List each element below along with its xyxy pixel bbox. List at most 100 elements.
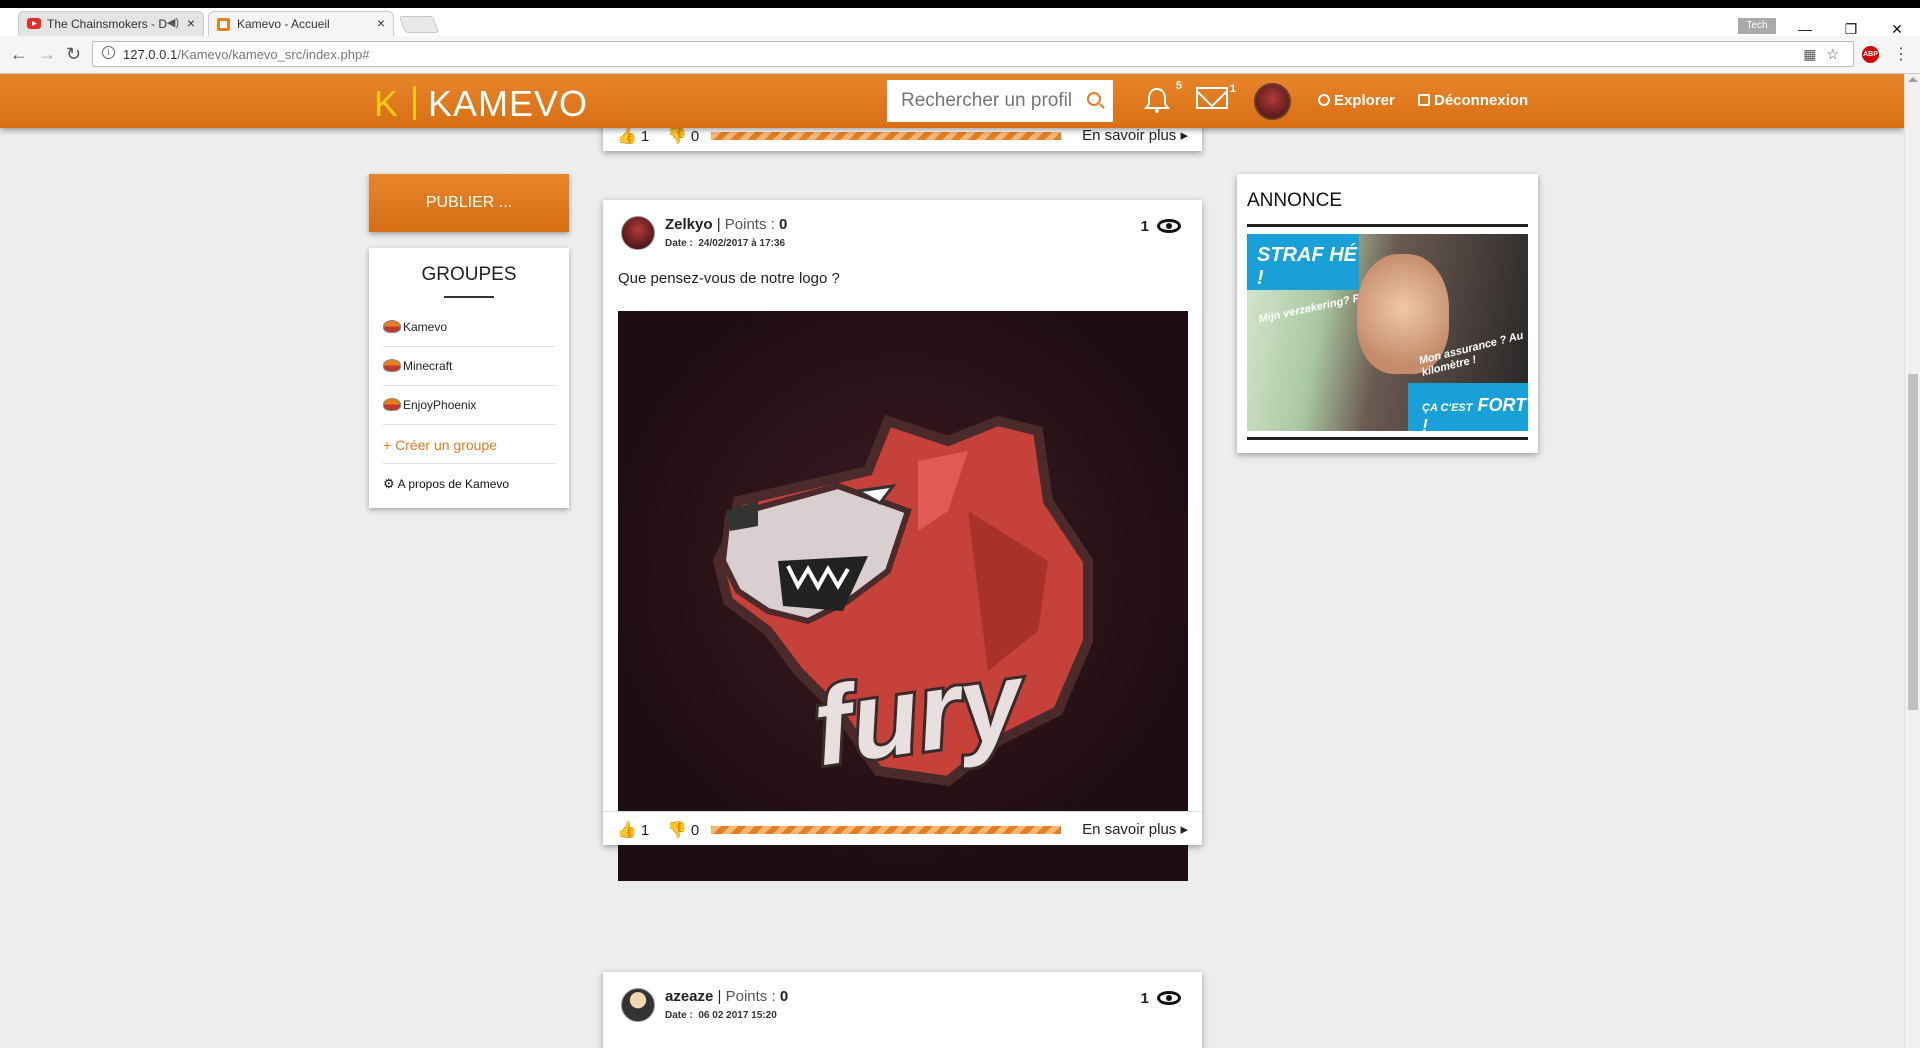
post-card: Zelkyo | Points : 0 Date : 24/02/2017 à … (603, 200, 1202, 881)
dislike-button[interactable]: 👎 0 (667, 126, 699, 146)
tab-chainsmokers[interactable]: The Chainsmokers - D ◀) × (18, 11, 204, 36)
profile-search (887, 80, 1113, 122)
like-count: 1 (640, 128, 650, 145)
groups-panel: GROUPES Kamevo Minecraft EnjoyPhoenix + … (369, 248, 569, 508)
omnibox-actions: ▦ ☆ (1803, 46, 1839, 63)
view-count-value: 1 (1140, 218, 1149, 235)
logout-link[interactable]: Déconnexion (1418, 92, 1528, 109)
groups-title: GROUPES (421, 264, 517, 285)
tab-bar: The Chainsmokers - D ◀) × Kamevo - Accue… (0, 8, 1920, 37)
group-label: Minecraft (403, 359, 453, 373)
ad-title-rule (1247, 224, 1528, 227)
read-more-link[interactable]: En savoir plus ▸ (1082, 126, 1188, 144)
compass-icon (1318, 94, 1330, 106)
author-avatar[interactable] (621, 216, 655, 250)
profile-badge[interactable]: Tech (1738, 18, 1776, 34)
author-line: Zelkyo | Points : 0 (665, 216, 788, 233)
like-count: 1 (640, 822, 650, 839)
message-count: 1 (1229, 83, 1236, 95)
points-label: Points : (725, 988, 776, 1005)
new-tab-button[interactable] (398, 16, 440, 33)
group-icon (383, 320, 401, 333)
view-count-value: 1 (1140, 990, 1149, 1007)
group-item-minecraft[interactable]: Minecraft (383, 347, 555, 386)
forward-arrow-icon[interactable]: → (38, 44, 56, 65)
explore-label: Explorer (1334, 92, 1395, 109)
ad-banner[interactable]: STRAF HÉ ! Mijn verzekering? Per kilomet… (1247, 234, 1528, 431)
back-arrow-icon[interactable]: ← (10, 44, 28, 65)
group-label: Kamevo (403, 320, 448, 334)
translate-icon[interactable]: ▦ (1803, 46, 1816, 63)
points-label: Points : (724, 216, 775, 233)
scroll-up-arrow-icon[interactable] (1908, 77, 1918, 82)
thumbs-up-icon: 👍 (617, 128, 637, 145)
points-value: 0 (778, 216, 788, 233)
thumbs-down-icon: 👎 (667, 128, 687, 145)
notifications-bell-icon[interactable]: 5 (1142, 80, 1182, 121)
browser-toolbar: ← → ↻ i 127.0.0.1/Kamevo/kamevo_src/inde… (0, 36, 1920, 74)
post-header: azeaze | Points : 0 Date : 06 02 2017 15… (621, 986, 1181, 1026)
scrollbar-thumb[interactable] (1908, 374, 1918, 710)
explore-link[interactable]: Explorer (1318, 92, 1395, 109)
author-avatar[interactable] (621, 988, 655, 1022)
youtube-icon (27, 18, 41, 30)
group-item-kamevo[interactable]: Kamevo (383, 308, 555, 347)
speaker-icon[interactable]: ◀) (167, 16, 179, 29)
ad-panel-title: ANNONCE (1247, 190, 1343, 211)
group-label: EnjoyPhoenix (403, 398, 477, 412)
user-avatar[interactable] (1254, 83, 1291, 120)
bookmark-star-icon[interactable]: ☆ (1826, 46, 1839, 63)
logout-label: Déconnexion (1434, 92, 1529, 109)
bear-logo-illustration: fury (712, 414, 1093, 792)
search-input[interactable] (887, 80, 1113, 122)
group-item-enjoyphoenix[interactable]: EnjoyPhoenix (383, 386, 555, 425)
info-icon[interactable]: i (102, 46, 115, 59)
dislike-button[interactable]: 👎 0 (667, 820, 699, 840)
thumbs-up-icon: 👍 (617, 822, 637, 839)
eye-icon (1157, 219, 1181, 233)
post-date: Date : 06 02 2017 15:20 (665, 1010, 777, 1021)
author-name[interactable]: Zelkyo (665, 216, 713, 233)
search-icon[interactable] (1087, 92, 1101, 106)
kamevo-logo[interactable]: K KAMEVO (374, 83, 588, 125)
group-icon (383, 359, 401, 372)
groups-title-underline (444, 296, 494, 298)
date-label: Date : (665, 1010, 693, 1021)
logo-divider (413, 86, 417, 120)
vote-bar: 👍 1 👎 0 En savoir plus ▸ (603, 811, 1202, 845)
logo-name: KAMEVO (428, 83, 589, 124)
tab-kamevo[interactable]: Kamevo - Accueil × (208, 11, 394, 36)
browser-window: The Chainsmokers - D ◀) × Kamevo - Accue… (0, 0, 1920, 1048)
address-bar[interactable]: i 127.0.0.1/Kamevo/kamevo_src/index.php#… (92, 41, 1854, 67)
close-tab-icon[interactable]: × (377, 15, 385, 31)
author-line: azeaze | Points : 0 (665, 988, 789, 1005)
page-scrollbar[interactable] (1904, 74, 1920, 1048)
like-button[interactable]: 👍 1 (617, 126, 649, 146)
read-more-link[interactable]: En savoir plus ▸ (1082, 820, 1188, 838)
about-kamevo-link[interactable]: ⚙ A propos de Kamevo (383, 464, 555, 503)
publish-button[interactable]: PUBLIER ... (369, 174, 569, 232)
like-button[interactable]: 👍 1 (617, 820, 649, 840)
url-host: 127.0.0.1 (123, 47, 178, 62)
fury-logo-image[interactable]: fury (618, 311, 1188, 881)
view-count: 1 (1141, 218, 1181, 235)
app-header: K KAMEVO 5 1 Explorer Déconnexion (0, 74, 1904, 128)
close-tab-icon[interactable]: × (187, 15, 195, 31)
ad-headline: STRAF HÉ ! (1247, 234, 1359, 290)
dislike-count: 0 (690, 128, 700, 145)
messages-mail-icon[interactable]: 1 (1196, 83, 1236, 109)
create-group-link[interactable]: + Créer un groupe (383, 425, 555, 464)
reload-icon[interactable]: ↻ (66, 44, 81, 65)
url-path: /Kamevo/kamevo_src/index.php# (177, 47, 370, 62)
kamevo-favicon-icon (217, 18, 231, 31)
logo-letter: K (374, 83, 400, 124)
ad-tagline: ÇA C'EST FORT ! (1408, 383, 1528, 431)
adblock-icon[interactable]: ABP (1862, 46, 1879, 63)
author-name[interactable]: azeaze (665, 988, 713, 1005)
date-value: 24/02/2017 à 17:36 (698, 238, 786, 249)
ad-tagline-a: ÇA C'EST (1422, 402, 1473, 414)
post-header: Zelkyo | Points : 0 Date : 24/02/2017 à … (621, 214, 1181, 254)
vote-ratio-bar (711, 826, 1061, 834)
gear-icon: ⚙ (383, 476, 395, 491)
browser-menu-icon[interactable]: ⋮ (1893, 44, 1909, 64)
